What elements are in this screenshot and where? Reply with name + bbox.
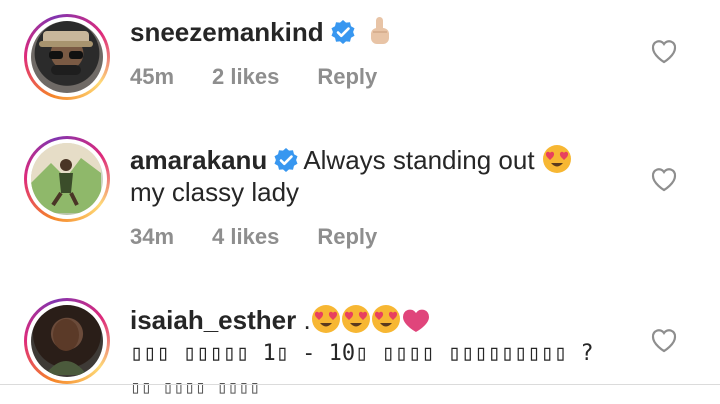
divider <box>0 384 720 385</box>
comment-text: sneezemankind <box>130 16 393 53</box>
comment-text-line3: ▯▯ ▯▯▯▯ ▯▯▯▯ <box>130 377 261 398</box>
reply-button[interactable]: Reply <box>317 64 377 89</box>
comment-meta: 34m 4 likes Reply <box>130 224 415 250</box>
like-heart-icon[interactable] <box>650 327 678 353</box>
comment-meta: 45m 2 likes Reply <box>130 64 415 90</box>
comment-time: 34m <box>130 224 175 249</box>
avatar[interactable] <box>24 298 110 384</box>
avatar[interactable] <box>24 136 110 222</box>
like-heart-icon[interactable] <box>650 38 678 64</box>
pointing-up-icon <box>367 16 393 53</box>
username[interactable]: isaiah_esther <box>130 305 296 335</box>
username[interactable]: sneezemankind <box>130 17 324 47</box>
comment-body: . <box>303 305 311 335</box>
likes-count[interactable]: 2 likes <box>212 64 279 89</box>
heart-eyes-icon <box>542 144 572 181</box>
avatar[interactable] <box>24 14 110 100</box>
likes-count[interactable]: 4 likes <box>212 224 279 249</box>
verified-badge-icon <box>330 19 356 52</box>
heart-eyes-icon <box>311 304 341 341</box>
comment-body: Always standing out <box>303 145 535 175</box>
heart-eyes-icon <box>341 304 371 341</box>
pink-heart-icon <box>401 308 431 341</box>
comment-text: isaiah_esther . <box>130 304 431 341</box>
comment-text-line2: my classy lady <box>130 177 300 207</box>
reply-button[interactable]: Reply <box>317 224 377 249</box>
username[interactable]: amarakanu <box>130 145 267 175</box>
comment-text-line2: ▯▯▯ ▯▯▯▯▯ 1▯ - 10▯ ▯▯▯▯ ▯▯▯▯▯▯▯▯▯ ? <box>130 341 594 366</box>
heart-eyes-icon <box>371 304 401 341</box>
comment-time: 45m <box>130 64 175 89</box>
like-heart-icon[interactable] <box>650 166 678 192</box>
